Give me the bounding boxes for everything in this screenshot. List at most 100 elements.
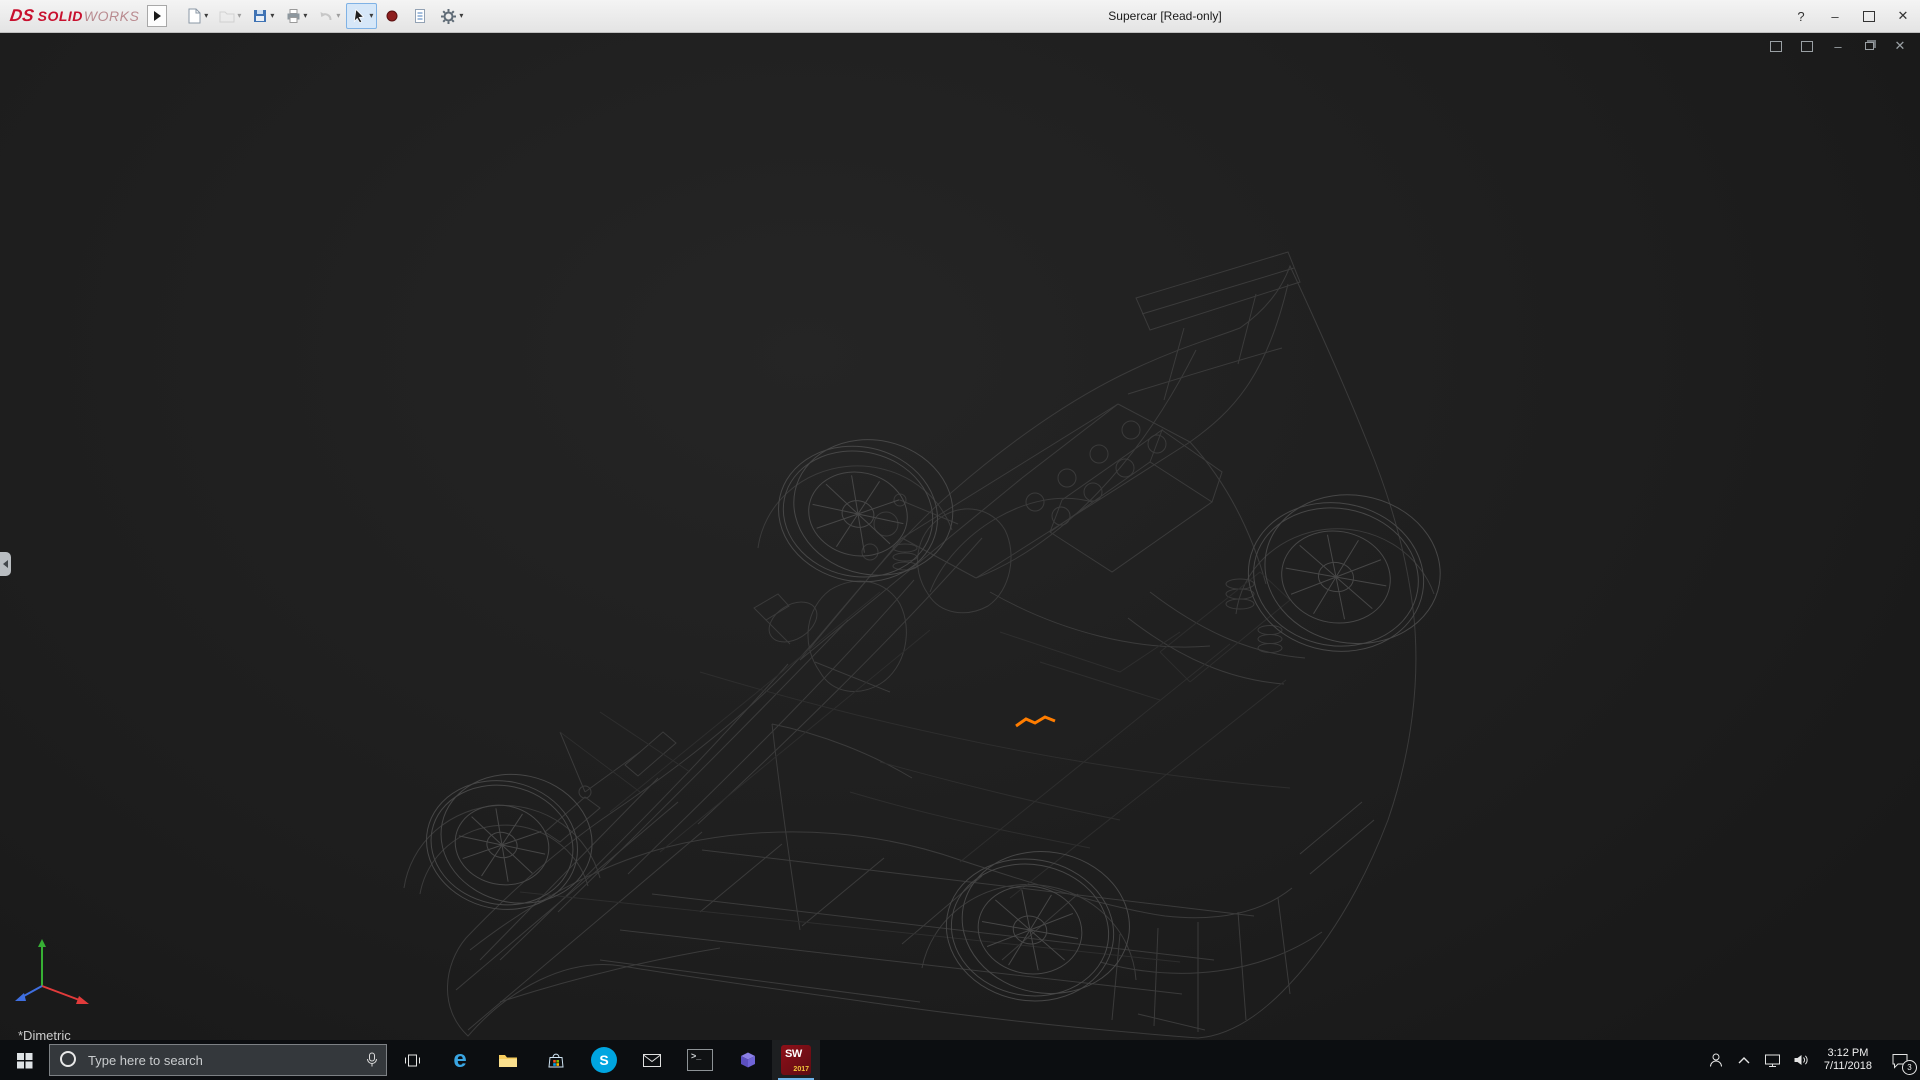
- quick-access-toolbar: ▾ ▾ ▾ ▾ ▾ ▾ ▾: [181, 3, 467, 29]
- new-document-icon: [188, 8, 201, 24]
- cortana-icon: [60, 1051, 76, 1067]
- x-axis-arrow: [76, 996, 89, 1004]
- feature-manager-flyout-tab[interactable]: [0, 552, 11, 576]
- doc-pane2-icon[interactable]: [1799, 38, 1815, 54]
- x-axis: [41, 985, 83, 1002]
- console-icon: >_: [687, 1049, 713, 1071]
- volume-button[interactable]: [1787, 1040, 1816, 1080]
- console-button[interactable]: >_: [676, 1040, 724, 1080]
- help-button[interactable]: ?: [1784, 0, 1818, 32]
- maximize-icon: [1863, 10, 1875, 22]
- maximize-button[interactable]: [1852, 0, 1886, 32]
- task-view-icon: [404, 1054, 420, 1066]
- z-axis: [21, 985, 43, 998]
- caret-down-icon[interactable]: ▾: [459, 12, 463, 20]
- ds-logo: DS: [8, 6, 36, 25]
- wireframe-car-model[interactable]: [0, 32, 1920, 1040]
- network-button[interactable]: [1758, 1040, 1787, 1080]
- new-document-button[interactable]: ▾: [181, 3, 212, 29]
- people-icon: [1709, 1053, 1722, 1067]
- selected-edge[interactable]: [1015, 715, 1056, 728]
- open-folder-icon: [219, 11, 235, 23]
- doc-restore-button[interactable]: [1861, 38, 1877, 54]
- search-input[interactable]: [49, 1044, 387, 1076]
- speaker-icon: [1794, 1055, 1808, 1065]
- brand-works: WORKS: [83, 8, 140, 24]
- solidworks-app-button[interactable]: SW 2017: [772, 1040, 820, 1080]
- menu-expander-button[interactable]: [147, 5, 168, 27]
- clock-time: 3:12 PM: [1827, 1047, 1869, 1059]
- solidworks-menu[interactable]: DS SOLID WORKS: [0, 6, 147, 26]
- file-properties-button[interactable]: [407, 3, 433, 29]
- caret-down-icon[interactable]: ▾: [204, 12, 208, 20]
- expand-arrow-icon: [153, 11, 161, 21]
- solidworks-window: DS SOLID WORKS ▾ ▾ ▾ ▾ ▾ ▾ ▾ Supercar [R…: [0, 0, 1920, 1080]
- select-tool-button[interactable]: ▾: [346, 3, 378, 29]
- chevron-left-icon: [3, 560, 8, 568]
- chevron-up-icon: [1738, 1057, 1750, 1064]
- microphone-button[interactable]: [365, 1052, 379, 1071]
- document-title: Supercar [Read-only]: [1108, 9, 1222, 23]
- store-button[interactable]: [532, 1040, 580, 1080]
- car-hidden-edges: [519, 571, 1291, 963]
- select-cursor-icon: [354, 8, 365, 24]
- doc-close-button[interactable]: ✕: [1892, 38, 1908, 54]
- caret-down-icon[interactable]: ▾: [270, 12, 274, 20]
- edge-icon: e: [453, 1046, 467, 1073]
- window-controls: ? – ✕: [1784, 0, 1920, 32]
- action-center-button[interactable]: 3: [1880, 1040, 1920, 1080]
- clock-date: 7/11/2018: [1823, 1060, 1872, 1072]
- restore-icon: [1864, 42, 1874, 50]
- 3d-viewer-button[interactable]: [724, 1040, 772, 1080]
- doc-pane-icon[interactable]: [1768, 38, 1784, 54]
- caret-down-icon[interactable]: ▾: [237, 12, 241, 20]
- document-window-controls: – ✕: [1768, 38, 1908, 54]
- mail-button[interactable]: [628, 1040, 676, 1080]
- store-icon: [548, 1053, 564, 1068]
- gear-icon: [441, 8, 457, 24]
- show-hidden-icons-button[interactable]: [1730, 1040, 1758, 1080]
- reference-triad: [15, 939, 89, 1004]
- 3d-cube-icon: [741, 1052, 755, 1068]
- print-button[interactable]: ▾: [280, 3, 311, 29]
- doc-minimize-button[interactable]: –: [1830, 38, 1846, 54]
- rebuild-button[interactable]: [379, 3, 405, 29]
- caret-down-icon[interactable]: ▾: [303, 12, 307, 20]
- rebuild-icon: [386, 10, 398, 22]
- titlebar: DS SOLID WORKS ▾ ▾ ▾ ▾ ▾ ▾ ▾ Supercar [R…: [0, 0, 1920, 33]
- microphone-icon: [367, 1052, 377, 1067]
- open-button[interactable]: ▾: [214, 3, 245, 29]
- save-button[interactable]: ▾: [247, 3, 278, 29]
- taskbar: e S >_: [0, 1040, 1920, 1080]
- system-tray: 3:12 PM 7/11/2018 3: [1702, 1040, 1920, 1080]
- car-body[interactable]: [403, 251, 1435, 1039]
- skype-button[interactable]: S: [580, 1040, 628, 1080]
- caret-down-icon[interactable]: ▾: [336, 12, 340, 20]
- skype-icon: S: [591, 1047, 617, 1073]
- y-axis-arrow: [38, 939, 46, 947]
- edge-button[interactable]: e: [436, 1040, 484, 1080]
- taskbar-search: [49, 1044, 387, 1076]
- file-properties-icon: [415, 9, 426, 23]
- people-button[interactable]: [1702, 1040, 1730, 1080]
- windows-logo-icon: [16, 1052, 32, 1068]
- taskbar-clock[interactable]: 3:12 PM 7/11/2018: [1816, 1040, 1880, 1080]
- options-button[interactable]: ▾: [435, 3, 467, 29]
- z-axis-arrow: [15, 993, 26, 1001]
- file-explorer-icon: [499, 1055, 517, 1067]
- close-button[interactable]: ✕: [1886, 0, 1920, 32]
- network-icon: [1764, 1054, 1780, 1067]
- save-icon: [254, 10, 267, 22]
- file-explorer-button[interactable]: [484, 1040, 532, 1080]
- brand-solid: SOLID: [37, 8, 83, 24]
- undo-icon: [320, 12, 332, 21]
- start-button[interactable]: [0, 1040, 48, 1080]
- minimize-button[interactable]: –: [1818, 0, 1852, 32]
- graphics-area[interactable]: – ✕ *Dimetric: [0, 32, 1920, 1040]
- caret-down-icon[interactable]: ▾: [369, 12, 373, 20]
- undo-button[interactable]: ▾: [313, 3, 344, 29]
- task-view-button[interactable]: [388, 1040, 436, 1080]
- notification-badge: 3: [1902, 1060, 1917, 1075]
- view-orientation-label: *Dimetric: [18, 1028, 71, 1040]
- solidworks-app-icon: SW 2017: [781, 1045, 811, 1075]
